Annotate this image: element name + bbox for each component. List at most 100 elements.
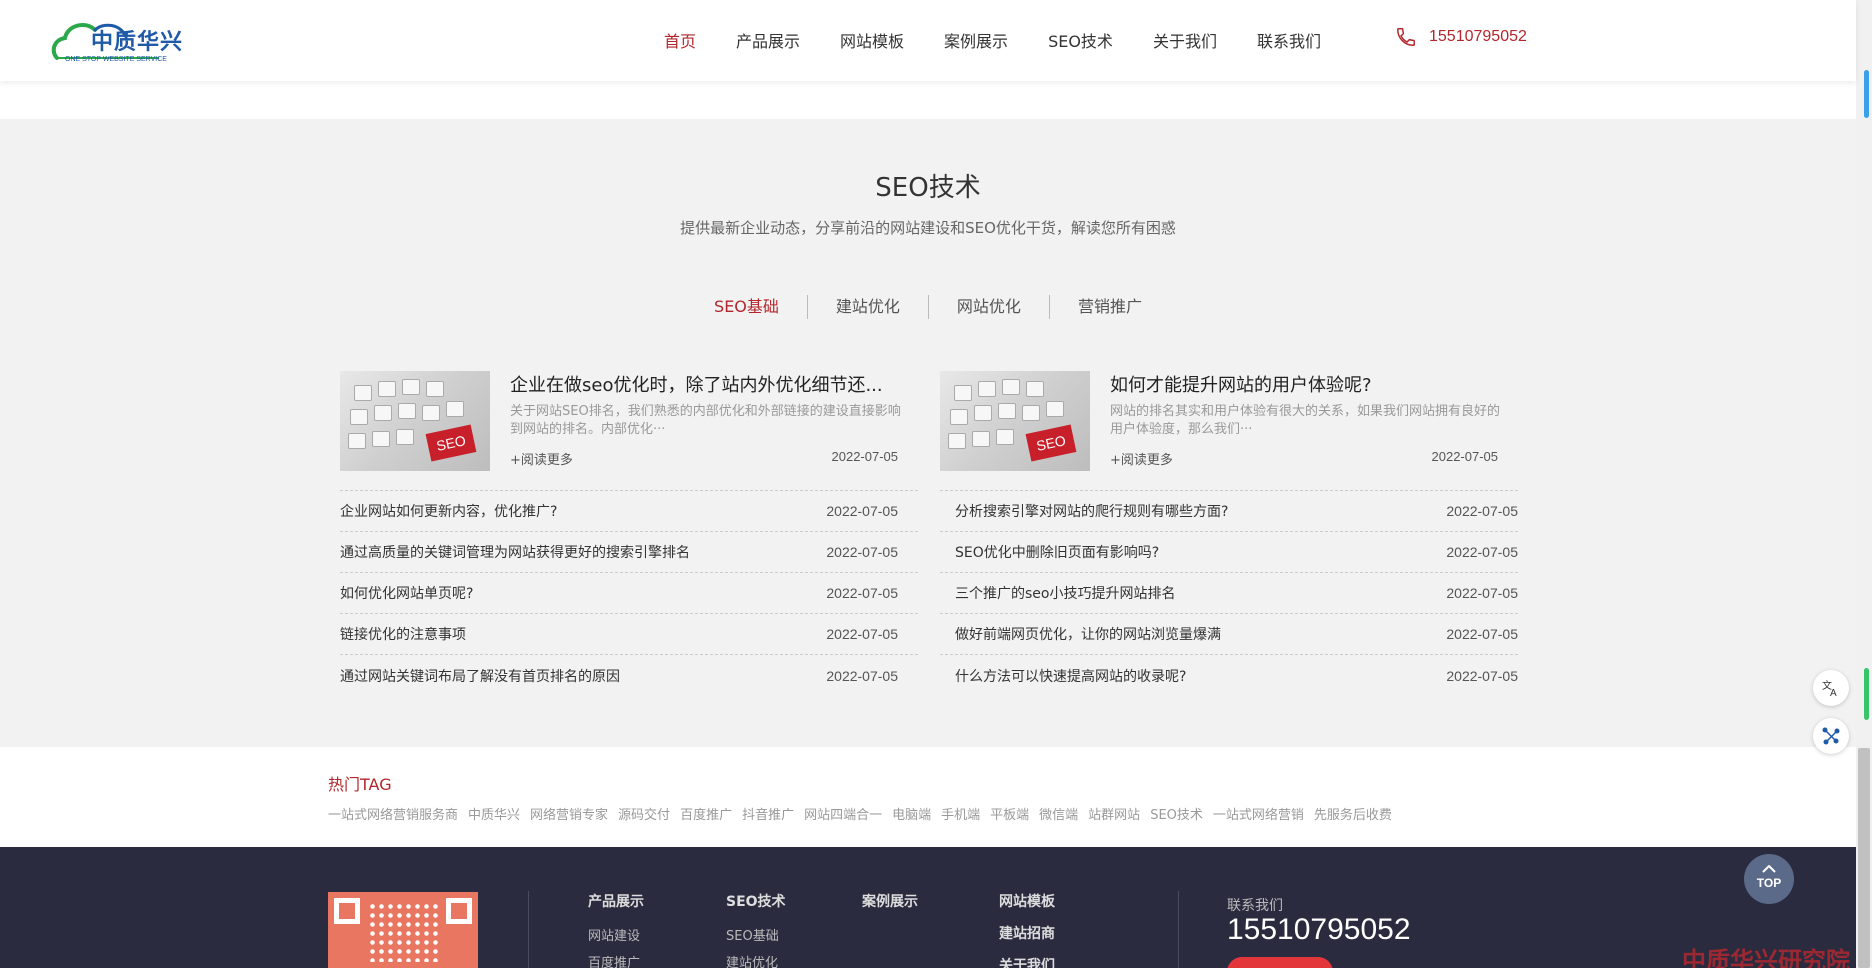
featured-article-title[interactable]: 企业在做seo优化时，除了站内外优化细节还... <box>510 371 910 397</box>
list-item-title[interactable]: 通过网站关键词布局了解没有首页排名的原因 <box>340 666 620 686</box>
seo-key-label: SEO <box>1025 424 1077 462</box>
seo-section: SEO技术 提供最新企业动态，分享前沿的网站建设和SEO优化干货，解读您所有困惑… <box>0 119 1856 747</box>
section-title: SEO技术 <box>875 173 981 203</box>
tag-link[interactable]: 平板端 <box>990 804 1029 823</box>
footer-heading[interactable]: 关于我们 <box>999 955 1055 968</box>
translate-button[interactable]: 文 A <box>1813 670 1849 706</box>
list-item-date: 2022-07-05 <box>826 585 898 601</box>
header-phone[interactable]: 15510795052 <box>1395 26 1527 48</box>
nav-contact[interactable]: 联系我们 <box>1257 28 1321 52</box>
phone-icon <box>1397 28 1415 46</box>
nav-cases[interactable]: 案例展示 <box>944 28 1008 52</box>
tag-link[interactable]: 微信端 <box>1039 804 1078 823</box>
read-more-link[interactable]: +阅读更多 <box>510 449 573 468</box>
footer-contact-phone[interactable]: 15510795052 <box>1227 913 1411 947</box>
list-item-title[interactable]: SEO优化中删除旧页面有影响吗? <box>940 542 1159 562</box>
footer-contact-button[interactable] <box>1227 957 1333 968</box>
list-item-date: 2022-07-05 <box>1446 544 1518 560</box>
footer-col-products: 产品展示 网站建设 百度推广 <box>588 891 644 968</box>
tag-link[interactable]: 抖音推广 <box>742 804 794 823</box>
list-item-title[interactable]: 什么方法可以快速提高网站的收录呢? <box>940 666 1186 686</box>
tag-link[interactable]: 电脑端 <box>892 804 931 823</box>
footer-col-cases: 案例展示 <box>862 891 918 925</box>
tag-link[interactable]: 一站式网络营销服务商 <box>328 804 458 823</box>
back-to-top-button[interactable]: TOP <box>1744 854 1794 904</box>
nav-home[interactable]: 首页 <box>664 28 696 52</box>
tab-seo-basics[interactable]: SEO基础 <box>686 295 807 319</box>
featured-article-title[interactable]: 如何才能提升网站的用户体验呢? <box>1110 371 1510 397</box>
list-item[interactable]: 通过网站关键词布局了解没有首页排名的原因 2022-07-05 <box>340 655 918 696</box>
list-item[interactable]: 链接优化的注意事项 2022-07-05 <box>340 614 918 655</box>
tag-link[interactable]: 手机端 <box>941 804 980 823</box>
tag-link[interactable]: 中质华兴 <box>468 804 520 823</box>
featured-article[interactable]: SEO 企业在做seo优化时，除了站内外优化细节还... 关于网站SEO排名，我… <box>340 371 918 491</box>
nav-products[interactable]: 产品展示 <box>736 28 800 52</box>
tag-link[interactable]: 一站式网络营销 <box>1213 804 1304 823</box>
footer-link[interactable]: 网站建设 <box>588 925 644 944</box>
list-item[interactable]: 如何优化网站单页呢? 2022-07-05 <box>340 573 918 614</box>
footer-heading[interactable]: 建站招商 <box>999 923 1055 943</box>
nav-templates[interactable]: 网站模板 <box>840 28 904 52</box>
footer-heading[interactable]: 案例展示 <box>862 891 918 911</box>
list-item-date: 2022-07-05 <box>826 667 898 684</box>
footer-heading[interactable]: 产品展示 <box>588 891 644 911</box>
site-header: 中质华兴 ONE STOP WEBSITE SERVICE 首页 产品展示 网站… <box>0 0 1856 81</box>
network-tool-button[interactable] <box>1813 718 1849 754</box>
hot-tags-title: 热门TAG <box>328 775 392 794</box>
tab-marketing-promotion[interactable]: 营销推广 <box>1048 295 1170 319</box>
read-more-link[interactable]: +阅读更多 <box>1110 449 1173 468</box>
nav-seo[interactable]: SEO技术 <box>1048 28 1113 52</box>
list-item-title[interactable]: 做好前端网页优化，让你的网站浏览量爆满 <box>940 624 1221 644</box>
logo-text: 中质华兴 <box>91 30 184 55</box>
footer-col-templates: 网站模板 建站招商 关于我们 <box>999 891 1055 968</box>
tag-link[interactable]: 百度推广 <box>680 804 732 823</box>
chevron-up-icon <box>1762 864 1776 873</box>
list-item[interactable]: 企业网站如何更新内容，优化推广? 2022-07-05 <box>340 491 918 532</box>
nav-about[interactable]: 关于我们 <box>1153 28 1217 52</box>
tag-link[interactable]: 网站四端合一 <box>804 804 882 823</box>
footer-heading[interactable]: 网站模板 <box>999 891 1055 911</box>
header-phone-number: 15510795052 <box>1429 28 1527 45</box>
list-item[interactable]: 通过高质量的关键词管理为网站获得更好的搜索引擎排名 2022-07-05 <box>340 532 918 573</box>
tag-link[interactable]: SEO技术 <box>1150 804 1203 823</box>
featured-article[interactable]: SEO 如何才能提升网站的用户体验呢? 网站的排名其实和用户体验有很大的关系，如… <box>940 371 1518 491</box>
main-nav: 首页 产品展示 网站模板 案例展示 SEO技术 关于我们 联系我们 <box>664 28 1361 52</box>
tab-site-build-optimization[interactable]: 建站优化 <box>806 295 928 319</box>
tag-link[interactable]: 站群网站 <box>1088 804 1140 823</box>
tab-website-optimization[interactable]: 网站优化 <box>927 295 1049 319</box>
scrollbar-thumb[interactable] <box>1858 748 1870 968</box>
footer-divider <box>528 891 529 968</box>
list-item-date: 2022-07-05 <box>826 503 898 519</box>
article-thumbnail[interactable]: SEO <box>340 371 490 471</box>
list-item-title[interactable]: 如何优化网站单页呢? <box>340 583 473 603</box>
list-item-title[interactable]: 通过高质量的关键词管理为网站获得更好的搜索引擎排名 <box>340 542 690 562</box>
tag-link[interactable]: 网络营销专家 <box>530 804 608 823</box>
footer-divider <box>1178 891 1179 968</box>
list-item[interactable]: 分析搜索引擎对网站的爬行规则有哪些方面? 2022-07-05 <box>940 491 1518 532</box>
logo-subtitle: ONE STOP WEBSITE SERVICE <box>65 56 167 63</box>
list-item-title[interactable]: 链接优化的注意事项 <box>340 624 466 644</box>
list-item-date: 2022-07-05 <box>1446 667 1518 684</box>
list-item[interactable]: 什么方法可以快速提高网站的收录呢? 2022-07-05 <box>940 655 1518 696</box>
section-subtitle: 提供最新企业动态，分享前沿的网站建设和SEO优化干货，解读您所有困惑 <box>680 219 1176 237</box>
footer-link[interactable]: SEO基础 <box>726 925 786 944</box>
list-item[interactable]: 三个推广的seo小技巧提升网站排名 2022-07-05 <box>940 573 1518 614</box>
footer-heading[interactable]: SEO技术 <box>726 891 786 911</box>
scroll-marker <box>1864 70 1869 118</box>
footer-link[interactable]: 百度推广 <box>588 952 644 968</box>
article-thumbnail[interactable]: SEO <box>940 371 1090 471</box>
seo-key-label: SEO <box>425 424 477 462</box>
network-icon <box>1822 727 1840 745</box>
tag-link[interactable]: 先服务后收费 <box>1314 804 1392 823</box>
list-item-title[interactable]: 企业网站如何更新内容，优化推广? <box>340 501 557 521</box>
footer-col-seo: SEO技术 SEO基础 建站优化 <box>726 891 786 968</box>
list-item-title[interactable]: 三个推广的seo小技巧提升网站排名 <box>940 583 1175 603</box>
tag-link[interactable]: 源码交付 <box>618 804 670 823</box>
list-item[interactable]: 做好前端网页优化，让你的网站浏览量爆满 2022-07-05 <box>940 614 1518 655</box>
list-item[interactable]: SEO优化中删除旧页面有影响吗? 2022-07-05 <box>940 532 1518 573</box>
featured-article-desc: 网站的排名其实和用户体验有很大的关系，如果我们网站拥有良好的用户体验度，那么我们… <box>1110 404 1501 437</box>
list-item-title[interactable]: 分析搜索引擎对网站的爬行规则有哪些方面? <box>940 501 1228 521</box>
footer-contact-label: 联系我们 <box>1227 898 1283 914</box>
footer-link[interactable]: 建站优化 <box>726 952 786 968</box>
site-logo[interactable]: 中质华兴 ONE STOP WEBSITE SERVICE <box>49 14 199 68</box>
